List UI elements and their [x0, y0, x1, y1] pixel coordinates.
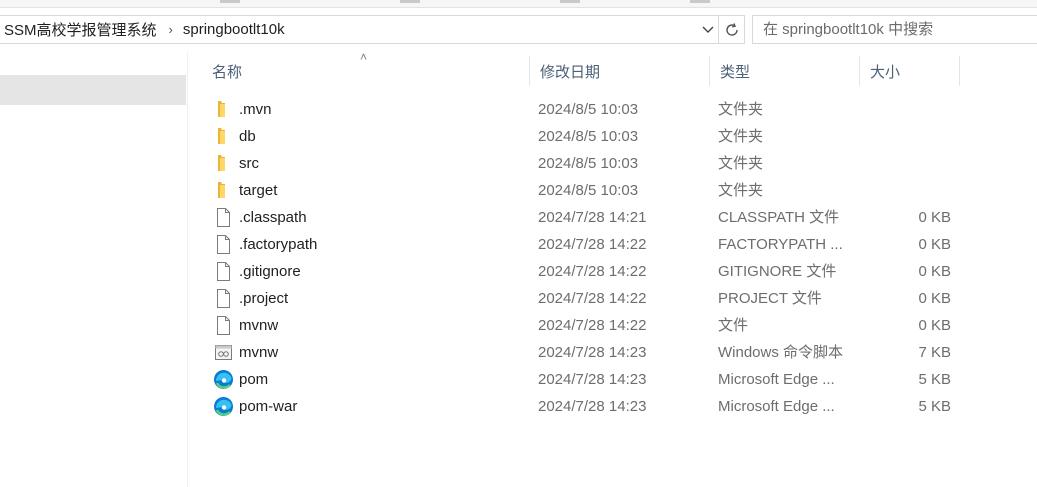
- file-date: 2024/8/5 10:03: [538, 155, 639, 172]
- file-row[interactable]: .gitignore 2024/7/28 14:22 GITIGNORE 文件 0 K…: [0, 258, 1037, 285]
- file-name: pom-war: [239, 398, 298, 415]
- file-date: 2024/7/28 14:22: [538, 263, 647, 280]
- breadcrumb-current[interactable]: springbootlt10k: [183, 21, 285, 38]
- ribbon-strip: [0, 0, 1037, 8]
- file-size: 0 KB: [918, 317, 951, 334]
- file-row[interactable]: db 2024/8/5 10:03 文件夹: [0, 123, 1037, 150]
- file-row[interactable]: .factorypath 2024/7/28 14:22 FACTORYPATH .…: [0, 231, 1037, 258]
- file-row[interactable]: mvnw 2024/7/28 14:22 文件 0 KB: [0, 312, 1037, 339]
- file-type: CLASSPATH 文件: [718, 209, 840, 226]
- file-date: 2024/7/28 14:23: [538, 371, 647, 388]
- file-name: .factorypath: [239, 236, 318, 253]
- file-date: 2024/8/5 10:03: [538, 182, 639, 199]
- file-name: mvnw: [239, 344, 279, 361]
- file-row[interactable]: pom 2024/7/28 14:23 Microsoft Edge ... 5 KB: [0, 366, 1037, 393]
- file-type: Microsoft Edge ...: [718, 398, 835, 415]
- column-header-type-label: 类型: [720, 63, 751, 81]
- column-header-type[interactable]: 类型: [710, 56, 860, 86]
- file-name: .classpath: [239, 209, 307, 226]
- file-size: 7 KB: [918, 344, 951, 361]
- address-bar[interactable]: SSM高校学报管理系统 › springbootlt10k: [0, 15, 719, 44]
- file-icon: [213, 261, 234, 282]
- file-date: 2024/7/28 14:21: [538, 209, 647, 226]
- file-name: .mvn: [239, 101, 272, 118]
- file-row[interactable]: .classpath 2024/7/28 14:21 CLASSPATH 文件 0 K…: [0, 204, 1037, 231]
- file-type: 文件: [718, 317, 749, 334]
- file-size: 0 KB: [918, 209, 951, 226]
- file-icon: [213, 207, 234, 228]
- file-date: 2024/7/28 14:22: [538, 317, 647, 334]
- folder-icon: [213, 180, 234, 201]
- breadcrumb-parent[interactable]: SSM高校学报管理系统: [0, 19, 157, 40]
- column-header-size[interactable]: 大小: [860, 56, 960, 86]
- file-size: 0 KB: [918, 236, 951, 253]
- folder-icon: [213, 126, 234, 147]
- file-row[interactable]: target 2024/8/5 10:03 文件夹: [0, 177, 1037, 204]
- column-header-size-label: 大小: [870, 63, 901, 81]
- script-icon: [213, 342, 234, 363]
- file-type: PROJECT 文件: [718, 290, 822, 307]
- file-date: 2024/7/28 14:22: [538, 290, 647, 307]
- file-date: 2024/8/5 10:03: [538, 101, 639, 118]
- file-type: FACTORYPATH ...: [718, 236, 843, 253]
- column-header-date-label: 修改日期: [540, 63, 601, 81]
- file-size: [860, 96, 951, 123]
- file-type: 文件夹: [718, 101, 764, 118]
- file-size: 0 KB: [918, 290, 951, 307]
- chevron-right-icon[interactable]: ›: [169, 22, 173, 37]
- file-size: 5 KB: [918, 398, 951, 415]
- file-row[interactable]: .project 2024/7/28 14:22 PROJECT 文件 0 KB: [0, 285, 1037, 312]
- file-type: 文件夹: [718, 182, 764, 199]
- search-input[interactable]: [752, 15, 1037, 44]
- refresh-icon[interactable]: [719, 15, 745, 44]
- file-name: mvnw: [239, 317, 279, 334]
- file-name: .project: [239, 290, 289, 307]
- file-row[interactable]: src 2024/8/5 10:03 文件夹: [0, 150, 1037, 177]
- file-row[interactable]: mvnw 2024/7/28 14:23 Windows 命令脚本 7 KB: [0, 339, 1037, 366]
- file-date: 2024/8/5 10:03: [538, 128, 639, 145]
- file-date: 2024/7/28 14:23: [538, 398, 647, 415]
- file-row[interactable]: .mvn 2024/8/5 10:03 文件夹: [0, 96, 1037, 123]
- file-size: 5 KB: [918, 371, 951, 388]
- file-icon: [213, 234, 234, 255]
- file-size: [860, 177, 951, 204]
- file-name: pom: [239, 371, 269, 388]
- file-name: target: [239, 182, 278, 199]
- file-icon: [213, 288, 234, 309]
- file-name: db: [239, 128, 256, 145]
- file-type: Windows 命令脚本: [718, 344, 844, 361]
- chevron-down-icon[interactable]: [698, 16, 718, 43]
- folder-icon: [213, 153, 234, 174]
- edge-icon: [213, 369, 234, 390]
- file-size: 0 KB: [918, 263, 951, 280]
- file-type: GITIGNORE 文件: [718, 263, 837, 280]
- file-name: .gitignore: [239, 263, 301, 280]
- file-row[interactable]: pom-war 2024/7/28 14:23 Microsoft Edge ...…: [0, 393, 1037, 420]
- file-icon: [213, 315, 234, 336]
- column-header-date[interactable]: 修改日期: [530, 56, 710, 86]
- folder-icon: [213, 99, 234, 120]
- edge-icon: [213, 396, 234, 417]
- file-size: [860, 150, 951, 177]
- column-header-name[interactable]: 名称: [202, 56, 530, 86]
- file-type: Microsoft Edge ...: [718, 371, 835, 388]
- file-name: src: [239, 155, 259, 172]
- file-size: [860, 123, 951, 150]
- file-date: 2024/7/28 14:23: [538, 344, 647, 361]
- file-date: 2024/7/28 14:22: [538, 236, 647, 253]
- file-type: 文件夹: [718, 155, 764, 172]
- column-header-name-label: 名称: [212, 63, 243, 81]
- file-type: 文件夹: [718, 128, 764, 145]
